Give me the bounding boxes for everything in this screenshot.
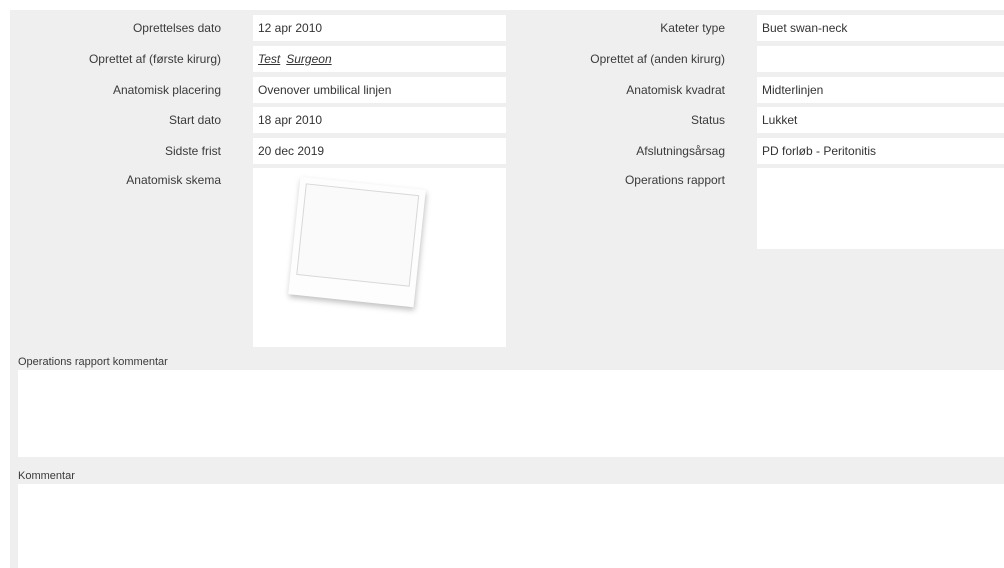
status-value: Lukket: [757, 107, 1004, 133]
anatomic-placement-label: Anatomisk placering: [112, 83, 221, 97]
start-date-value: 18 apr 2010: [253, 107, 506, 133]
closing-reason-label: Afslutningsårsag: [636, 144, 725, 158]
deadline-value: 20 dec 2019: [253, 138, 506, 164]
catheter-type-label: Kateter type: [660, 21, 725, 35]
operation-report-comment-label: Operations rapport kommentar: [18, 356, 168, 368]
deadline-label: Sidste frist: [164, 144, 221, 158]
first-surgeon-value: Test Surgeon: [253, 46, 506, 72]
anatomic-quadrant-value: Midterlinjen: [757, 77, 1004, 103]
creation-date-label: Oprettelses dato: [132, 21, 221, 35]
comment-label: Kommentar: [18, 470, 75, 482]
status-label: Status: [690, 113, 725, 127]
anatomic-quadrant-label: Anatomisk kvadrat: [626, 83, 725, 97]
photo-placeholder-icon: [288, 176, 426, 308]
start-date-label: Start dato: [168, 113, 221, 127]
anatomic-schema-image[interactable]: [253, 168, 506, 347]
creation-date-value: 12 apr 2010: [253, 15, 506, 41]
surgeon-first-name-link[interactable]: Test: [258, 52, 280, 66]
catheter-type-value: Buet swan-neck: [757, 15, 1004, 41]
operation-report-field[interactable]: [757, 168, 1004, 249]
anatomic-placement-value: Ovenover umbilical linjen: [253, 77, 506, 103]
second-surgeon-label: Oprettet af (anden kirurg): [590, 52, 725, 66]
closing-reason-value: PD forløb - Peritonitis: [757, 138, 1004, 164]
second-surgeon-value: [757, 46, 1004, 72]
operation-report-label: Operations rapport: [624, 173, 725, 187]
comment-field[interactable]: [18, 484, 1004, 568]
anatomic-schema-label: Anatomisk skema: [126, 173, 221, 187]
operation-report-comment-field[interactable]: [18, 370, 1004, 457]
first-surgeon-label: Oprettet af (første kirurg): [88, 52, 221, 66]
surgeon-last-name-link[interactable]: Surgeon: [286, 52, 331, 66]
